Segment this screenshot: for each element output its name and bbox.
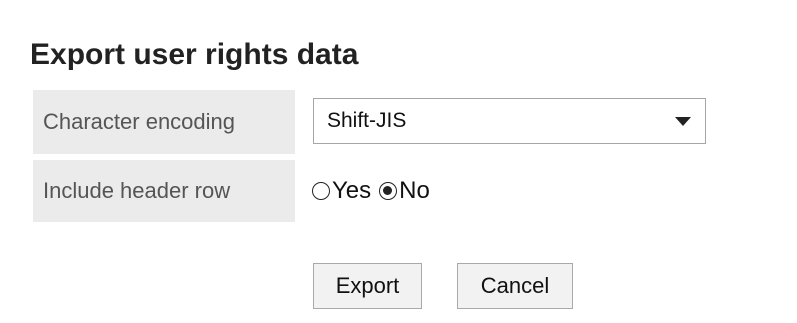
cancel-button[interactable]: Cancel: [457, 263, 573, 309]
export-button[interactable]: Export: [313, 263, 422, 309]
export-dialog: Export user rights data Character encodi…: [0, 0, 797, 323]
radio-option-no[interactable]: No: [379, 177, 430, 205]
encoding-selected-value: Shift-JIS: [327, 109, 407, 132]
encoding-label: Character encoding: [33, 90, 295, 154]
radio-checked-icon[interactable]: [379, 182, 398, 200]
radio-no-label[interactable]: No: [399, 177, 430, 205]
header-row-radio-group: Yes No: [312, 174, 430, 208]
radio-unchecked-icon[interactable]: [312, 182, 330, 200]
header-row-label-text: Include header row: [43, 178, 231, 203]
header-row-label: Include header row: [33, 160, 295, 222]
page-title: Export user rights data: [30, 38, 359, 71]
chevron-down-icon: [675, 117, 691, 126]
encoding-label-text: Character encoding: [43, 109, 236, 134]
radio-yes-label[interactable]: Yes: [332, 177, 371, 205]
encoding-select[interactable]: Shift-JIS: [313, 98, 706, 144]
radio-option-yes[interactable]: Yes: [312, 177, 371, 205]
